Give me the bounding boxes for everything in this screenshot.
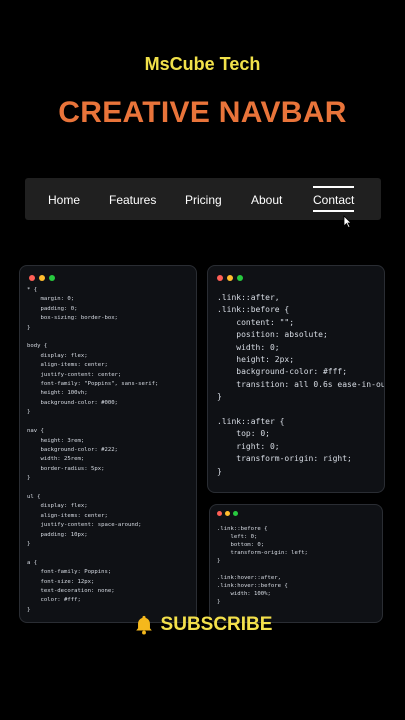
minimize-dot-icon [39, 275, 45, 281]
close-dot-icon [217, 511, 222, 516]
window-controls [29, 275, 55, 281]
nav-link-pricing[interactable]: Pricing [185, 178, 222, 220]
navbar: Home Features Pricing About Contact [25, 178, 381, 220]
maximize-dot-icon [49, 275, 55, 281]
bell-icon [135, 615, 152, 635]
maximize-dot-icon [237, 275, 243, 281]
code-block: .link::before { left: 0; bottom: 0; tran… [217, 526, 308, 605]
code-panel-link-pseudo: .link::after, .link::before { content: "… [207, 265, 385, 493]
nav-link-home[interactable]: Home [48, 178, 80, 220]
window-controls [217, 275, 243, 281]
code-block: .link::after, .link::before { content: "… [217, 293, 384, 492]
nav-link-contact[interactable]: Contact [313, 178, 355, 220]
minimize-dot-icon [227, 275, 233, 281]
window-controls [217, 511, 238, 516]
minimize-dot-icon [225, 511, 230, 516]
subscribe-label: SUBSCRIBE [160, 614, 273, 635]
close-dot-icon [217, 275, 223, 281]
code-panel-base-styles: * { margin: 0; padding: 0; box-sizing: b… [19, 265, 197, 623]
code-block: * { margin: 0; padding: 0; box-sizing: b… [27, 287, 159, 613]
nav-link-about[interactable]: About [251, 178, 282, 220]
mouse-cursor-icon [343, 215, 352, 228]
nav-link-features[interactable]: Features [109, 178, 156, 220]
code-panel-hover: .link::before { left: 0; bottom: 0; tran… [209, 504, 383, 623]
close-dot-icon [29, 275, 35, 281]
brand-title: MsCube Tech [144, 54, 261, 74]
page-title: CREATIVE NAVBAR [58, 96, 347, 129]
subscribe-button[interactable]: SUBSCRIBE [0, 614, 405, 636]
maximize-dot-icon [233, 511, 238, 516]
